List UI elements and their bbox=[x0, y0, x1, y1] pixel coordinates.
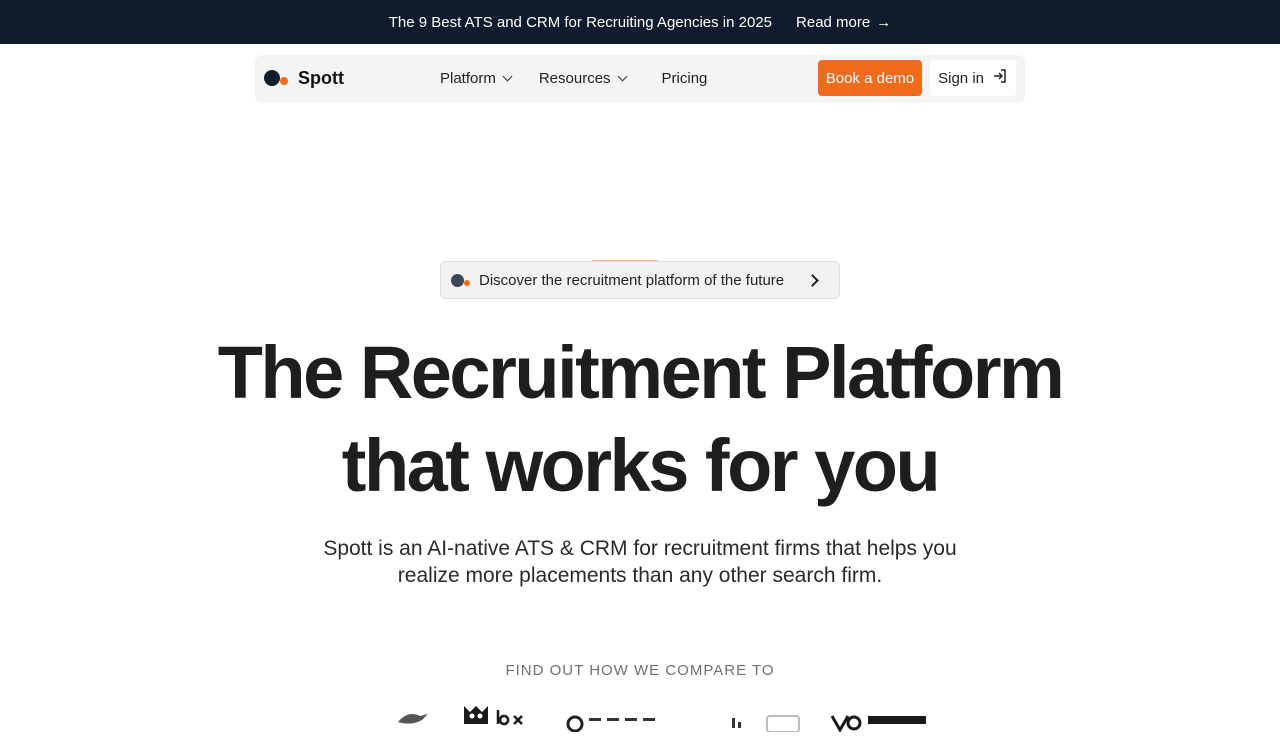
screen-logo-icon bbox=[765, 712, 805, 737]
sign-in-button[interactable]: Sign in bbox=[930, 60, 1016, 96]
nav-actions: Book a demo Sign in bbox=[817, 60, 1016, 96]
nav-menu: Platform Resources Pricing bbox=[440, 70, 707, 87]
main-navbar: Spott Platform Resources Pricing Book a … bbox=[255, 55, 1025, 101]
hero-title: The Recruitment Platform that works for … bbox=[0, 326, 1280, 512]
loxo-logo bbox=[462, 704, 532, 733]
chevron-down-icon bbox=[617, 71, 627, 81]
logo-text: Spott bbox=[298, 67, 344, 88]
announcement-banner: The 9 Best ATS and CRM for Recruiting Ag… bbox=[0, 0, 1280, 44]
bird-logo-icon bbox=[394, 708, 434, 733]
ezekia-logo bbox=[565, 712, 665, 735]
nav-item-label: Pricing bbox=[661, 69, 708, 87]
nav-item-label: Resources bbox=[538, 69, 611, 87]
book-demo-button[interactable]: Book a demo bbox=[817, 60, 923, 96]
banner-text: The 9 Best ATS and CRM for Recruiting Ag… bbox=[388, 13, 773, 31]
hero-subtitle: Spott is an AI-native ATS & CRM for recr… bbox=[300, 535, 980, 589]
announcement-pill-wrapper: Discover the recruitment platform of the… bbox=[440, 260, 840, 299]
sign-in-icon bbox=[992, 68, 1008, 88]
nav-item-platform[interactable]: Platform bbox=[439, 69, 513, 87]
spott-logo-icon bbox=[264, 69, 290, 87]
sign-in-label: Sign in bbox=[938, 69, 984, 87]
arrow-right-icon: → bbox=[876, 13, 892, 31]
hero-title-line2: that works for you bbox=[341, 424, 941, 507]
pill-text: Discover the recruitment platform of the… bbox=[479, 271, 785, 289]
read-more-link[interactable]: Read more → bbox=[796, 14, 891, 31]
chevron-right-icon bbox=[806, 273, 819, 287]
nav-item-pricing[interactable]: Pricing bbox=[662, 70, 708, 87]
nav-item-label: Platform bbox=[439, 69, 496, 87]
nav-item-resources[interactable]: Resources bbox=[538, 69, 627, 87]
read-more-label: Read more bbox=[796, 13, 871, 31]
hero-subtitle-line1: Spott is an AI-native ATS & CRM for recr… bbox=[323, 537, 957, 560]
compare-heading: FIND OUT HOW WE COMPARE TO bbox=[505, 662, 775, 679]
vincere-logo bbox=[830, 710, 930, 735]
competitor-logos bbox=[390, 704, 930, 734]
recruit-crm-logo bbox=[726, 712, 756, 735]
hero-title-line1: The Recruitment Platform bbox=[217, 331, 1065, 414]
spott-logo[interactable]: Spott bbox=[264, 68, 344, 89]
spott-mini-logo-icon bbox=[451, 272, 473, 288]
hero-subtitle-line2: realize more placements than any other s… bbox=[397, 564, 883, 587]
chevron-down-icon bbox=[502, 71, 513, 81]
discover-pill[interactable]: Discover the recruitment platform of the… bbox=[440, 261, 840, 299]
